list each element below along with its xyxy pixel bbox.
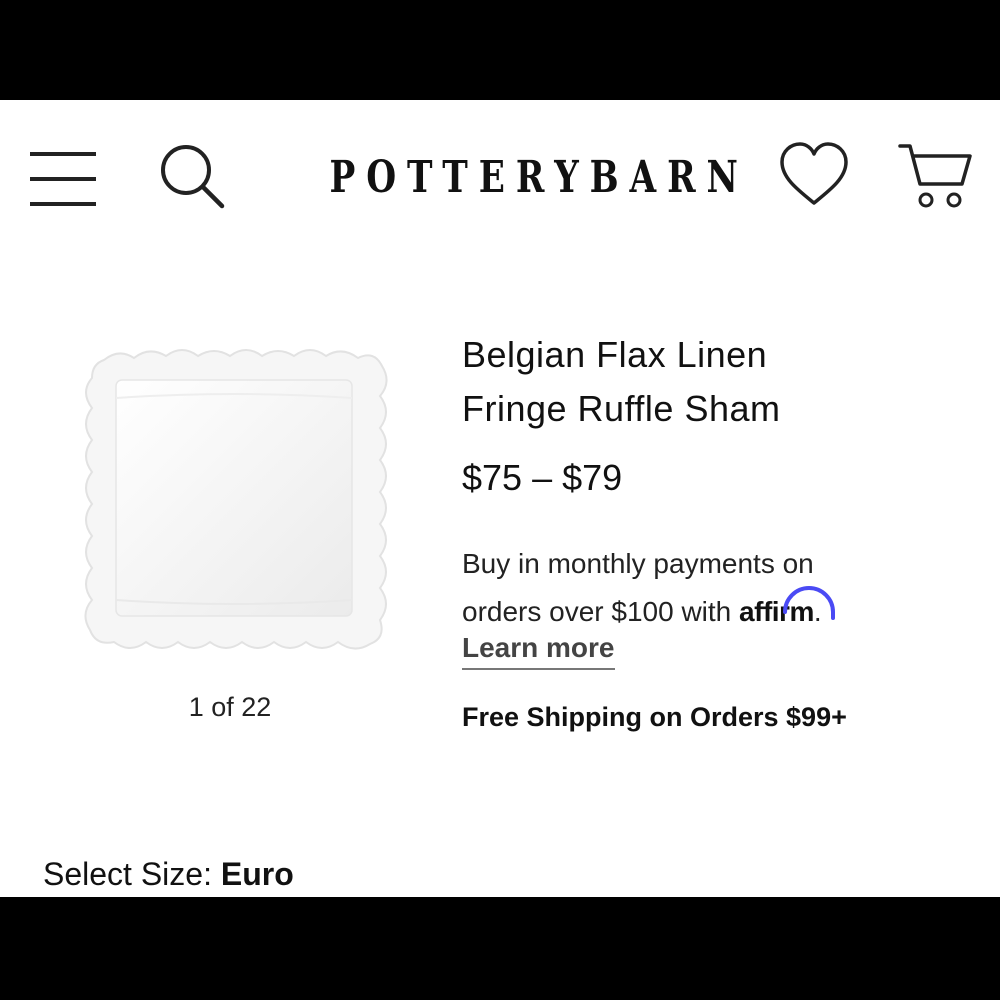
top-black-bar [0, 0, 1000, 100]
product-price: $75 – $79 [462, 457, 623, 498]
select-size-value: Euro [220, 856, 294, 892]
payments-line2: orders over $100 with affirm. [462, 586, 962, 636]
product-title: Belgian Flax Linen Fringe Ruffle Sham [462, 328, 962, 436]
affirm-logo: affirm [739, 586, 836, 636]
product-image[interactable] [74, 338, 394, 658]
select-size-text: Select Size: [43, 856, 221, 892]
learn-more-link[interactable]: Learn more [462, 632, 615, 670]
brand-logo[interactable]: POTTERYBARN [330, 150, 738, 206]
cart-icon[interactable] [896, 140, 974, 212]
product-page: POTTERYBARN 1 of 22 Belgian Flax Linen F… [0, 100, 1000, 897]
affirm-payments-message: Buy in monthly payments on orders over $… [462, 540, 962, 636]
product-title-line2: Fringe Ruffle Sham [462, 388, 781, 429]
affirm-arc-icon [783, 586, 836, 620]
payments-line1: Buy in monthly payments on [462, 548, 814, 579]
hamburger-menu-icon[interactable] [30, 150, 98, 210]
payments-line2-text: orders over $100 with [462, 596, 740, 627]
select-size-label[interactable]: Select Size: Euro [43, 856, 294, 893]
image-counter: 1 of 22 [188, 692, 272, 722]
site-header: POTTERYBARN [0, 100, 1000, 260]
free-shipping-banner: Free Shipping on Orders $99+ [462, 702, 847, 732]
bottom-black-bar [0, 897, 1000, 1000]
search-icon[interactable] [158, 142, 228, 212]
heart-icon[interactable] [778, 140, 850, 208]
product-title-line1: Belgian Flax Linen [462, 334, 768, 375]
